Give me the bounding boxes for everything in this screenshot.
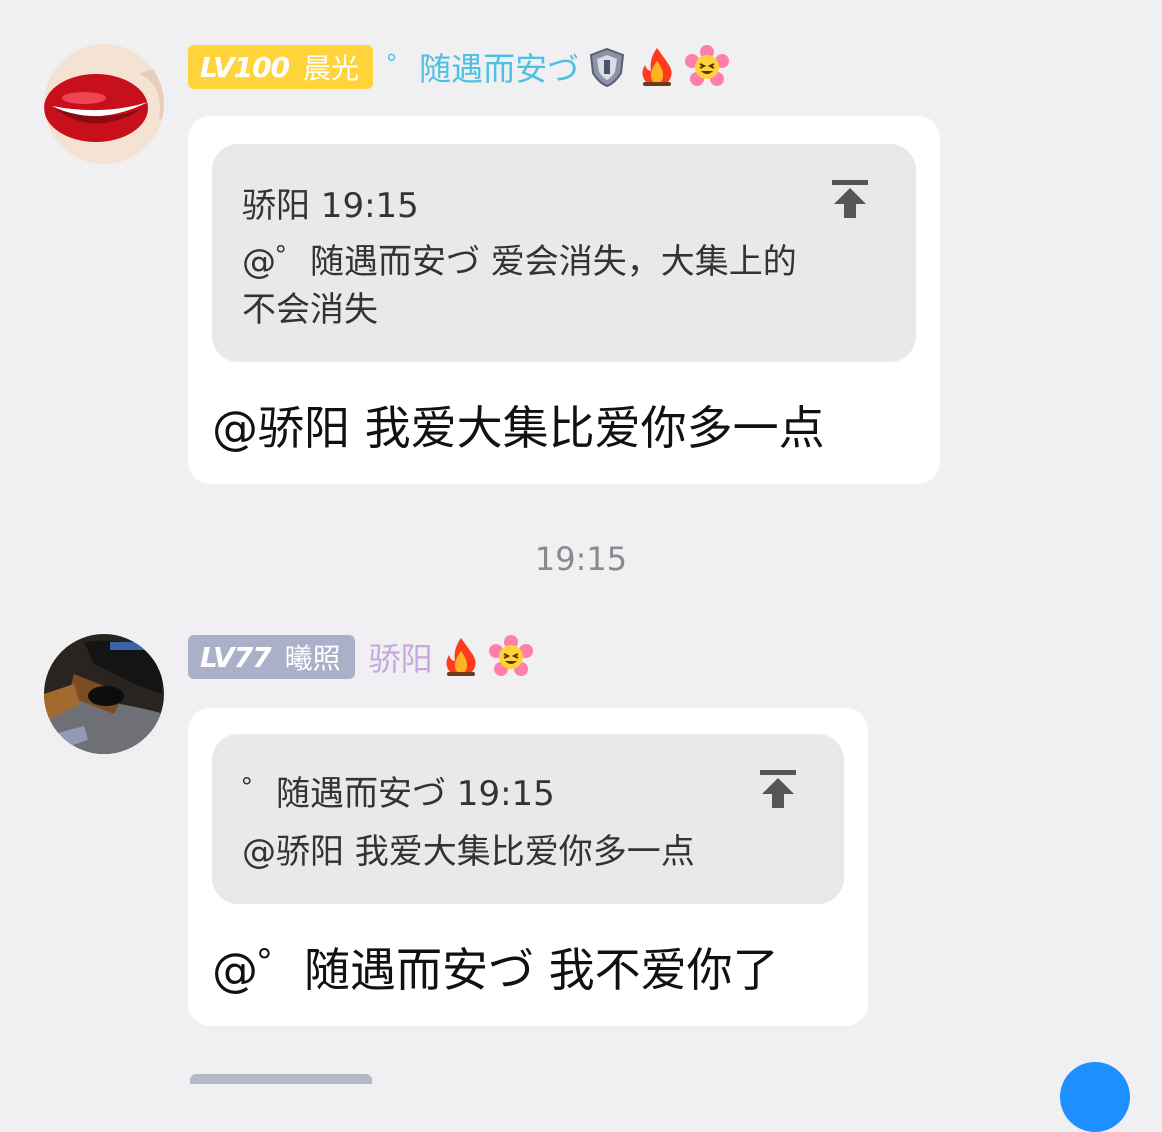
quoted-message[interactable]: 骄阳 19:15 @゜随遇而安づ 爱会消失，大集上的 不会消失 [212,144,916,362]
quote-text: @骄阳 我爱大集比爱你多一点 [242,828,695,876]
username[interactable]: 骄阳 [369,634,433,680]
fire-icon [635,45,679,89]
laughing-flower-icon [488,635,533,679]
level-title: 曦照 [284,642,341,675]
user-avatar[interactable] [44,634,164,754]
message-meta: LV100 晨光 ゜随遇而安づ [188,44,730,90]
message-bubble[interactable]: ゜随遇而安づ 19:15 @骄阳 我爱大集比爱你多一点 @゜随遇而安づ 我不爱你… [188,708,868,1026]
quote-text: @゜随遇而安づ 爱会消失，大集上的 不会消失 [242,238,797,334]
username[interactable]: ゜随遇而安づ [387,44,579,90]
message-text: @゜随遇而安づ 我不爱你了 [212,943,779,997]
next-message-level-badge [190,1074,372,1084]
message-meta: LV77 曦照 骄阳 [188,634,533,680]
floating-action-button[interactable] [1060,1062,1130,1132]
fire-icon [439,635,483,679]
level-badge: LV77 曦照 [188,635,355,679]
level-badge: LV100 晨光 [188,45,374,89]
night-photo-avatar-icon [44,634,164,754]
jump-to-original-icon[interactable] [828,176,872,220]
quote-text-line: @骄阳 我爱大集比爱你多一点 [242,832,695,872]
red-lips-avatar-icon [44,44,164,164]
quote-text-line: 不会消失 [242,290,378,330]
message-text: @骄阳 我爱大集比爱你多一点 [212,401,825,455]
laughing-flower-icon [685,45,730,89]
shield-badge-icon [585,45,629,89]
level-number: LV100 [200,50,290,84]
message-bubble[interactable]: 骄阳 19:15 @゜随遇而安づ 爱会消失，大集上的 不会消失 @骄阳 我爱大集… [188,116,940,484]
time-divider: 19:15 [534,540,628,578]
quote-text-line: @゜随遇而安づ 爱会消失，大集上的 [242,242,797,282]
quote-author-time: ゜随遇而安づ 19:15 [242,774,555,814]
jump-to-original-icon[interactable] [756,766,800,810]
user-avatar[interactable] [44,44,164,164]
level-title: 晨光 [303,52,360,85]
quote-author-time: 骄阳 19:15 [242,186,419,226]
level-number: LV77 [200,640,272,674]
quoted-message[interactable]: ゜随遇而安づ 19:15 @骄阳 我爱大集比爱你多一点 [212,734,844,904]
